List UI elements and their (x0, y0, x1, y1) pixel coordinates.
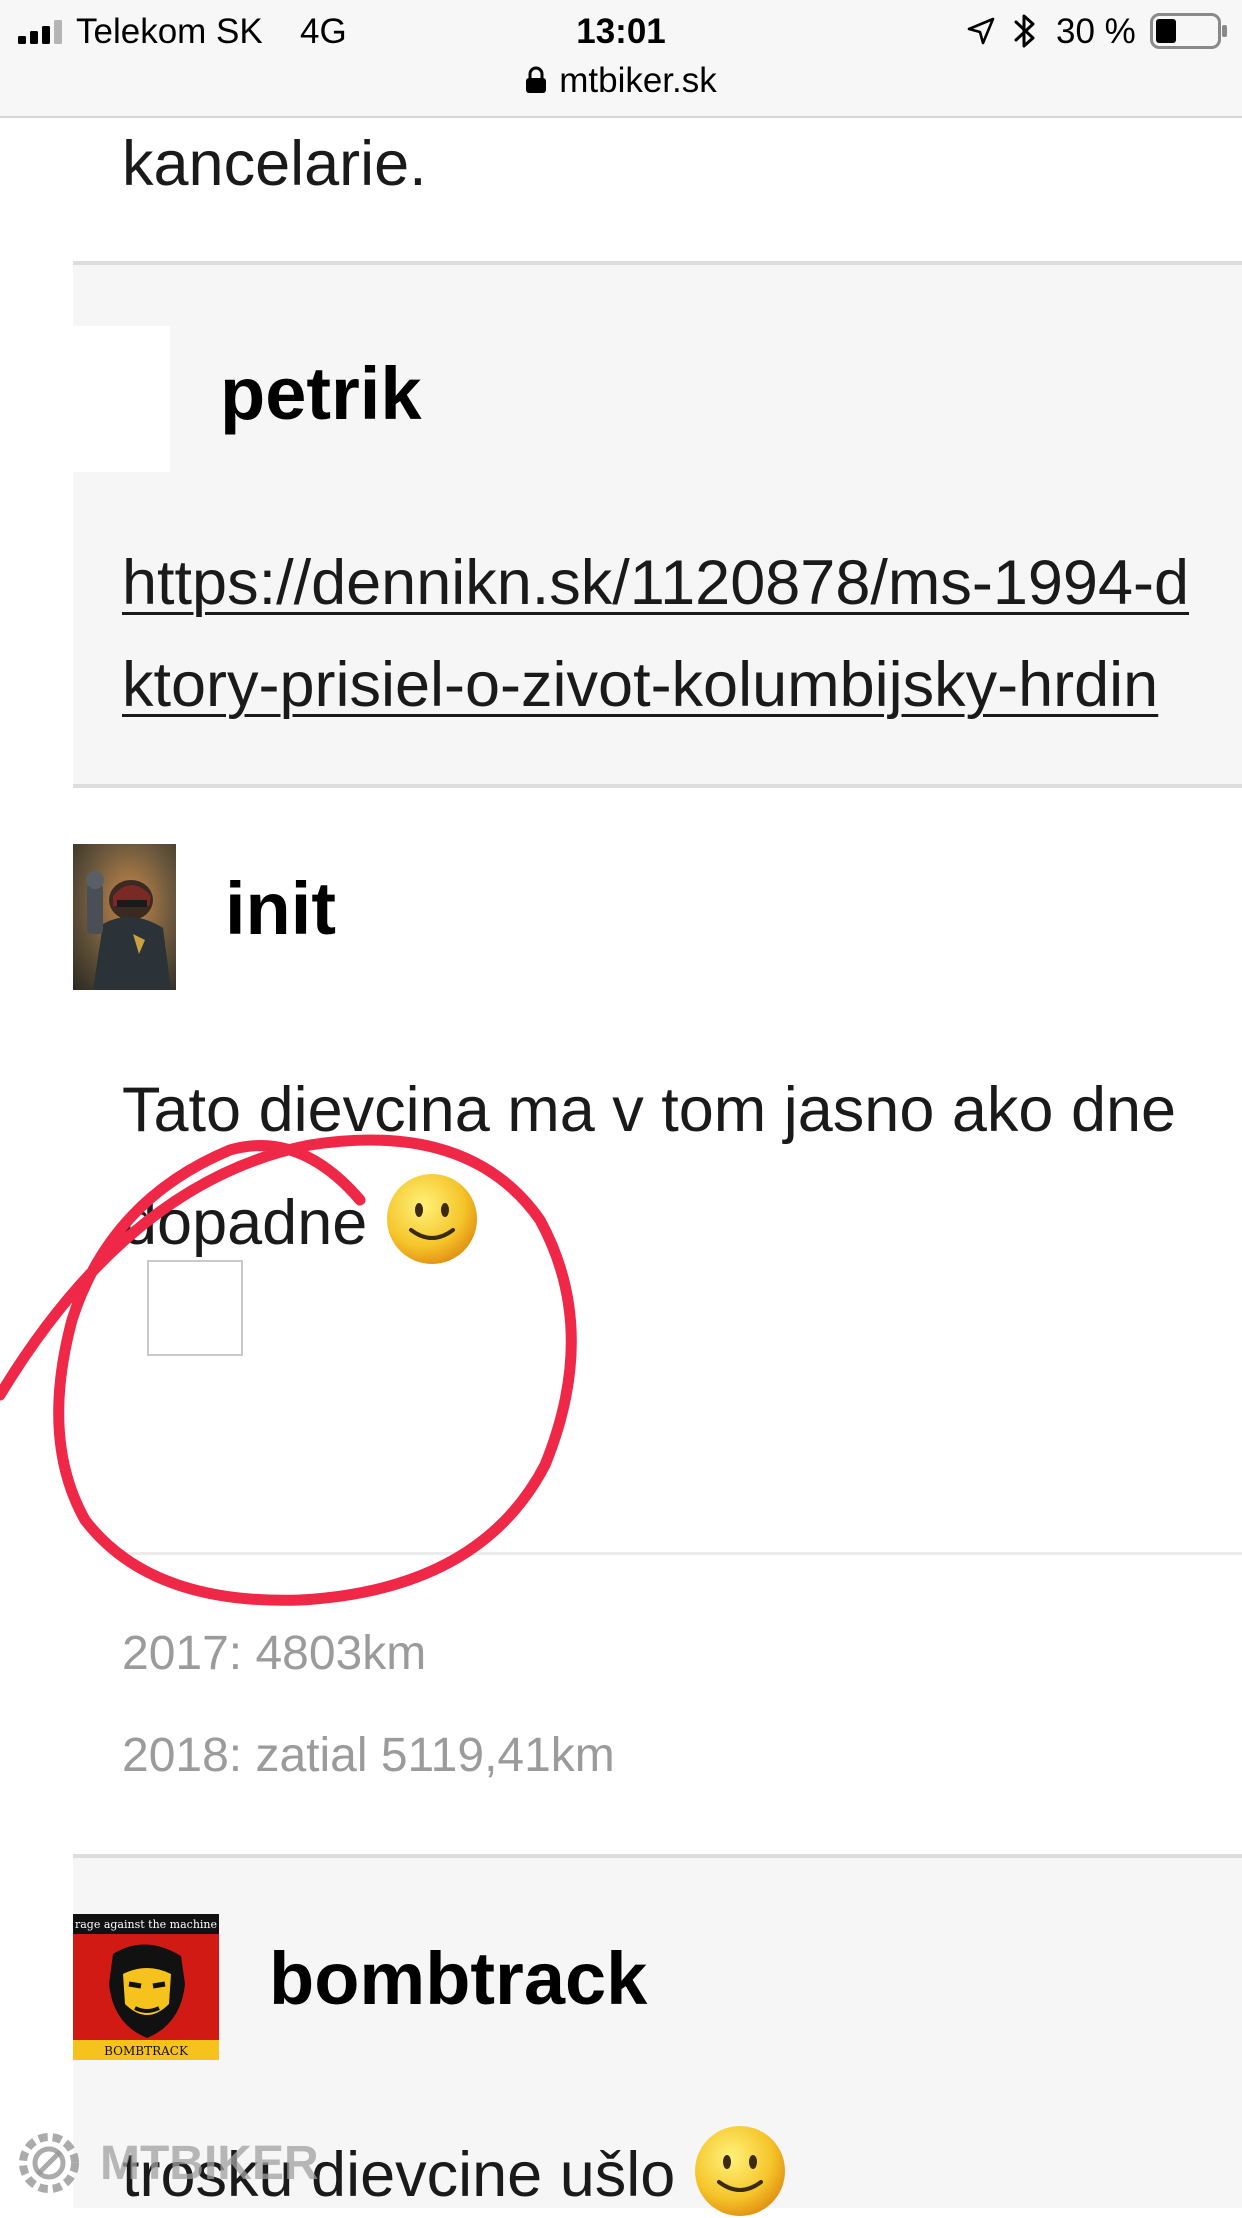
forum-post: petrik https://dennikn.sk/1120878/ms-199… (73, 261, 1242, 785)
battery-icon (1150, 13, 1227, 49)
signature-divider (122, 1552, 1242, 1555)
avatar[interactable]: rage against the machine BOMBTRACK (73, 1914, 219, 2060)
avatar[interactable] (73, 844, 176, 990)
status-bar: Telekom SK 4G 13:01 30 % mtbiker.sk (0, 0, 1242, 118)
smiley-icon (387, 1174, 478, 1264)
post-text: dopadne (122, 1188, 368, 1258)
watermark-text: MTBIKER (100, 2137, 319, 2190)
url-text: mtbiker.sk (559, 61, 717, 100)
post-text-line-2: dopadne (122, 1172, 479, 1266)
lock-icon (526, 66, 547, 93)
post-link-line-1[interactable]: https://dennikn.sk/1120878/ms-1994-d (122, 543, 1189, 623)
location-arrow-icon (967, 17, 995, 45)
post-text-line-1: Tato dievcina ma v tom jasno ako dne (122, 1075, 1177, 1145)
post-author[interactable]: petrik (220, 349, 422, 439)
signature-line-2: 2018: zatial 5119,41km (122, 1729, 615, 1782)
bluetooth-icon (1014, 14, 1035, 48)
previous-post-text: kancelarie. (122, 129, 427, 199)
battery-percent: 30 % (1056, 12, 1136, 51)
post-link-line-2[interactable]: ktory-prisiel-o-zivot-kolumbijsky-hrdin (122, 645, 1158, 725)
avatar-bottom-caption: BOMBTRACK (104, 2044, 189, 2058)
address-bar[interactable]: mtbiker.sk (0, 58, 1242, 104)
post-author[interactable]: init (225, 864, 336, 954)
signature-line-1: 2017: 4803km (122, 1627, 427, 1680)
avatar[interactable] (73, 326, 170, 472)
post-author[interactable]: bombtrack (269, 1934, 647, 2024)
broken-image-placeholder (147, 1260, 243, 1356)
forum-post: init Tato dievcina ma v tom jasno ako dn… (73, 784, 1242, 1858)
avatar-caption: rage against the machine (75, 1918, 217, 1931)
gear-logo-icon (19, 2133, 79, 2193)
smiley-icon (695, 2126, 786, 2216)
